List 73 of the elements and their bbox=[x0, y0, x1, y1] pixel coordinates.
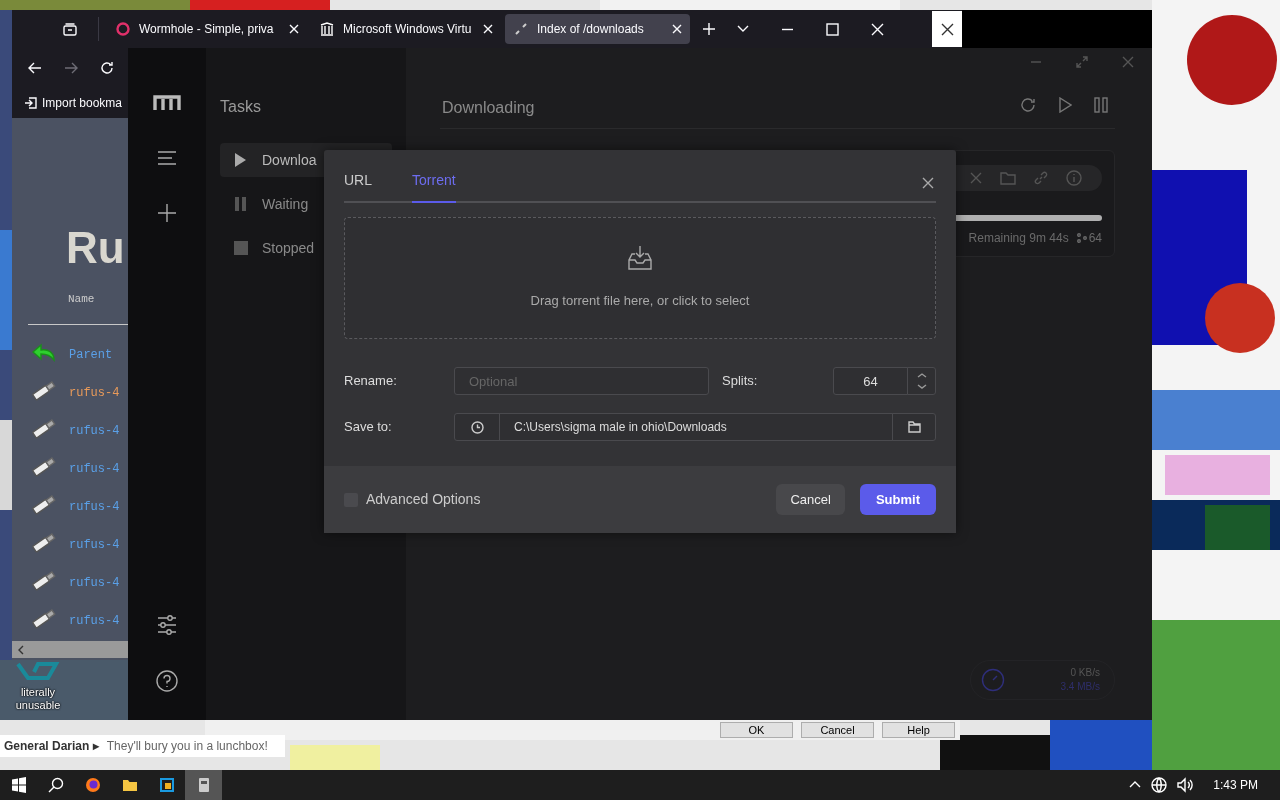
globe-icon[interactable] bbox=[1151, 777, 1168, 793]
chat-sender: General Darian ▸ bbox=[4, 738, 99, 755]
menu-icon[interactable] bbox=[157, 150, 177, 166]
reload-icon[interactable] bbox=[99, 60, 115, 76]
browser-tab[interactable]: Wormhole - Simple, priva bbox=[107, 14, 307, 44]
drop-hint: Drag torrent file here, or click to select bbox=[530, 292, 750, 311]
clock[interactable]: 1:43 PM bbox=[1213, 776, 1258, 794]
gauge-icon bbox=[981, 668, 1005, 692]
windows-icon bbox=[10, 777, 27, 793]
import-icon bbox=[24, 96, 38, 110]
refresh-icon[interactable] bbox=[1020, 97, 1036, 113]
ring-icon bbox=[115, 21, 131, 37]
building-icon bbox=[319, 21, 335, 37]
play-icon[interactable] bbox=[1058, 97, 1072, 113]
field-label: Splits: bbox=[722, 372, 759, 391]
page-title: Downloading bbox=[442, 98, 535, 118]
drop-zone[interactable]: Drag torrent file here, or click to select bbox=[344, 217, 936, 339]
browse-button[interactable] bbox=[892, 413, 936, 441]
folder-icon bbox=[907, 421, 921, 433]
advanced-options-checkbox[interactable]: Advanced Options bbox=[344, 489, 481, 510]
chat-message: They'll bury you in a lunchbox! bbox=[106, 738, 268, 755]
speaker-icon[interactable] bbox=[1177, 777, 1196, 793]
download-speed: 3.4 MB/s bbox=[1060, 680, 1100, 694]
usb-drive-icon bbox=[30, 378, 58, 402]
taskbar-app[interactable] bbox=[185, 770, 222, 800]
cancel-button[interactable]: Cancel bbox=[776, 483, 845, 516]
globe-icon bbox=[84, 777, 101, 793]
clock-icon bbox=[470, 420, 484, 434]
close-button[interactable] bbox=[932, 11, 962, 47]
save-path-field[interactable]: C:\Users\sigma male in ohio\Downloads bbox=[499, 413, 893, 441]
browser-tab[interactable]: Index of /downloads bbox=[505, 14, 690, 44]
connection-count: 64 bbox=[1088, 230, 1102, 247]
submit-button[interactable]: Submit bbox=[859, 483, 936, 516]
maximize-icon[interactable] bbox=[826, 22, 839, 36]
tabs-icon[interactable] bbox=[62, 21, 78, 37]
window-icon bbox=[158, 777, 175, 793]
scrollbar[interactable] bbox=[12, 641, 128, 658]
stepper-button[interactable] bbox=[907, 367, 936, 395]
plus-icon[interactable] bbox=[158, 204, 176, 222]
folder-icon bbox=[121, 777, 138, 793]
dialog-button[interactable]: Cancel bbox=[801, 722, 874, 738]
file-link[interactable]: rufus-4 bbox=[69, 384, 120, 402]
usb-drive-icon bbox=[30, 568, 58, 592]
help-icon[interactable] bbox=[156, 670, 178, 692]
chevron-left-icon[interactable] bbox=[16, 645, 26, 655]
back-arrow-icon[interactable] bbox=[27, 60, 43, 76]
splits-field[interactable]: 64 bbox=[833, 367, 908, 395]
page-heading: Ru bbox=[66, 223, 125, 273]
usb-drive-icon bbox=[30, 492, 58, 516]
logo-icon bbox=[153, 95, 181, 111]
usb-drive-icon bbox=[30, 606, 58, 630]
field-label: Save to: bbox=[344, 418, 393, 437]
sidebar-title: Tasks bbox=[220, 97, 262, 117]
close-icon bbox=[940, 22, 954, 36]
field-label: Rename: bbox=[344, 372, 398, 391]
usb-drive-icon bbox=[30, 416, 58, 440]
dialog-button[interactable]: Help bbox=[882, 722, 955, 738]
browser-tab[interactable]: Microsoft Windows Virtu bbox=[311, 14, 501, 44]
stop-icon bbox=[232, 239, 250, 257]
search-icon bbox=[47, 777, 64, 793]
pause-icon[interactable] bbox=[1094, 97, 1108, 113]
settings-icon[interactable] bbox=[157, 614, 177, 636]
remaining-time: Remaining 9m 44s bbox=[968, 230, 1069, 247]
bookmark-item[interactable]: Import bookma bbox=[24, 94, 123, 112]
dialog-button[interactable]: OK bbox=[720, 722, 793, 738]
forward-arrow-icon[interactable] bbox=[63, 60, 79, 76]
connections-icon bbox=[1076, 233, 1087, 243]
usb-drive-icon bbox=[30, 530, 58, 554]
history-button[interactable] bbox=[454, 413, 500, 441]
column-header[interactable]: Name bbox=[68, 291, 95, 308]
inbox-download-icon bbox=[627, 245, 653, 272]
back-arrow-icon bbox=[30, 342, 58, 364]
usb-drive-icon bbox=[30, 454, 58, 478]
